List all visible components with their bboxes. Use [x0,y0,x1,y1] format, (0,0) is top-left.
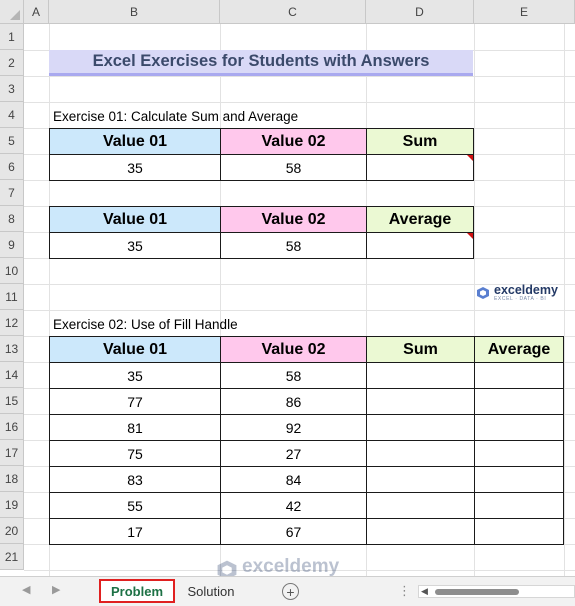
row-header[interactable]: 19 [0,492,24,518]
ex2-cell-sum[interactable] [366,388,475,415]
ex1-t2-cell-value-01[interactable]: 35 [49,232,221,259]
ex2-cell[interactable]: 55 [49,492,221,519]
row-header[interactable]: 8 [0,206,24,232]
row-header[interactable]: 16 [0,414,24,440]
triangle-left-icon[interactable]: ◀ [22,583,30,596]
ex2-cell-average[interactable] [474,440,564,467]
ex2-header-sum[interactable]: Sum [366,336,475,363]
row-header[interactable]: 18 [0,466,24,492]
ex2-cell[interactable]: 83 [49,466,221,493]
ex1-t2-cell-average[interactable] [366,232,474,259]
ex1-t1-header-value-02[interactable]: Value 02 [220,128,367,155]
row-header[interactable]: 17 [0,440,24,466]
ex2-cell-sum[interactable] [366,518,475,545]
row-header[interactable]: 4 [0,102,24,128]
gridline [24,76,575,77]
ex1-t1-cell-sum[interactable] [366,154,474,181]
ex2-cell-sum[interactable] [366,492,475,519]
ex2-cell[interactable]: 92 [220,414,367,441]
row-header[interactable]: 2 [0,50,24,76]
ex2-cell-average[interactable] [474,466,564,493]
tab-problem[interactable]: Problem [99,579,175,603]
column-header-d[interactable]: D [366,0,474,24]
ex2-header-average[interactable]: Average [474,336,564,363]
ex2-cell-sum[interactable] [366,362,475,389]
row-header[interactable]: 7 [0,180,24,206]
ex2-cell-average[interactable] [474,492,564,519]
ex1-t2-header-value-01[interactable]: Value 01 [49,206,221,233]
row-header[interactable]: 14 [0,362,24,388]
ex2-cell[interactable]: 75 [49,440,221,467]
ex2-cell-average[interactable] [474,388,564,415]
ex2-cell-sum[interactable] [366,466,475,493]
exceldemy-logo-name: exceldemy [494,283,558,297]
ex1-t1-cell-value-02[interactable]: 58 [220,154,367,181]
ex1-t1-header-sum[interactable]: Sum [366,128,474,155]
tab-solution[interactable]: Solution [180,579,242,603]
exceldemy-logo-icon [477,286,489,299]
gridline [24,310,575,311]
sheet-title[interactable]: Excel Exercises for Students with Answer… [49,50,473,76]
exercise-1-label[interactable]: Exercise 01: Calculate Sum and Average [53,104,298,128]
ex2-cell-sum[interactable] [366,440,475,467]
ex2-cell[interactable]: 42 [220,492,367,519]
ex1-t2-header-value-02[interactable]: Value 02 [220,206,367,233]
plus-circle-icon[interactable]: + [282,583,299,600]
column-header-e[interactable]: E [474,0,575,24]
exceldemy-watermark-icon [217,560,237,576]
ex2-cell-sum[interactable] [366,414,475,441]
ex1-t2-cell-value-02[interactable]: 58 [220,232,367,259]
ex2-cell-average[interactable] [474,362,564,389]
select-all-icon [10,10,20,20]
row-header[interactable]: 10 [0,258,24,284]
horizontal-scrollbar[interactable]: ◀ [418,585,575,598]
row-header[interactable]: 20 [0,518,24,544]
row-header[interactable]: 5 [0,128,24,154]
ex2-cell[interactable]: 58 [220,362,367,389]
scroll-left-icon[interactable]: ◀ [421,586,428,597]
column-header-c[interactable]: C [220,0,366,24]
ex2-cell[interactable]: 77 [49,388,221,415]
ex2-cell[interactable]: 35 [49,362,221,389]
triangle-right-icon[interactable]: ▶ [52,583,60,596]
gridline [24,102,575,103]
exceldemy-logo-tagline: EXCEL · DATA · BI [494,295,547,302]
row-header[interactable]: 15 [0,388,24,414]
row-header[interactable]: 21 [0,544,24,570]
ex2-cell-average[interactable] [474,414,564,441]
row-header[interactable]: 11 [0,284,24,310]
ex2-cell[interactable]: 27 [220,440,367,467]
ex2-cell[interactable]: 84 [220,466,367,493]
exceldemy-watermark: exceldemy EXCEL · DATA · BI [216,557,339,576]
ex2-cell[interactable]: 67 [220,518,367,545]
select-all-corner[interactable] [0,0,24,24]
ex2-header-value-02[interactable]: Value 02 [220,336,367,363]
column-header-a[interactable]: A [24,0,49,24]
row-header[interactable]: 13 [0,336,24,362]
sheet-tab-bar: ◀ ▶ Problem Solution + ⋮ ◀ [0,576,575,606]
gridline [564,24,565,576]
vertical-dots-icon[interactable]: ⋮ [398,583,411,599]
column-header-b[interactable]: B [49,0,220,24]
ex2-cell[interactable]: 86 [220,388,367,415]
ex1-t1-cell-value-01[interactable]: 35 [49,154,221,181]
ex2-cell-average[interactable] [474,518,564,545]
ex2-cell[interactable]: 17 [49,518,221,545]
ex1-t1-header-value-01[interactable]: Value 01 [49,128,221,155]
scrollbar-thumb[interactable] [435,589,519,595]
row-header[interactable]: 1 [0,24,24,50]
ex2-cell[interactable]: 81 [49,414,221,441]
ex1-t2-header-average[interactable]: Average [366,206,474,233]
watermark-name: exceldemy [242,556,340,576]
ex2-header-value-01[interactable]: Value 01 [49,336,221,363]
row-header[interactable]: 12 [0,310,24,336]
row-header[interactable]: 6 [0,154,24,180]
exercise-2-label[interactable]: Exercise 02: Use of Fill Handle [53,312,238,336]
row-header[interactable]: 3 [0,76,24,102]
row-header[interactable]: 9 [0,232,24,258]
exceldemy-logo: exceldemy EXCEL · DATA · BI [476,284,558,302]
worksheet[interactable]: A B C D E 1 2 3 4 5 6 7 8 9 10 11 12 13 … [0,0,575,576]
